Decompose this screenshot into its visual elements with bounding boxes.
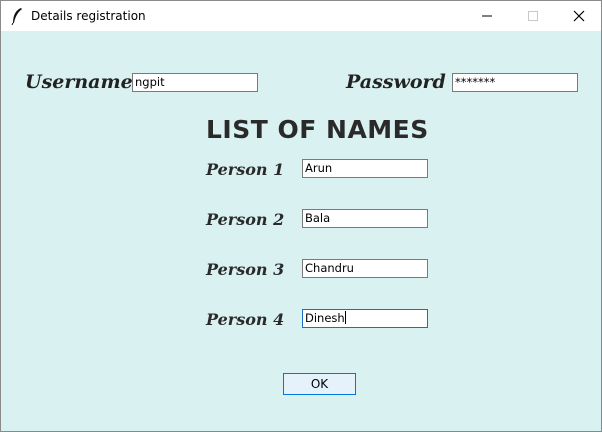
person-3-label: Person 3 [206,260,285,279]
close-icon [573,10,585,22]
username-label: Username [25,71,133,93]
list-heading: LIST OF NAMES [206,115,429,144]
feather-icon [11,8,22,25]
maximize-button[interactable] [510,1,556,31]
maximize-icon [528,11,538,21]
person-4-field[interactable]: Dinesh [302,309,428,328]
close-button[interactable] [556,1,602,31]
person-2-label: Person 2 [206,210,285,229]
ok-button[interactable]: OK [283,373,356,395]
title-bar[interactable]: Details registration [1,1,601,31]
minimize-button[interactable] [464,1,510,31]
person-1-label: Person 1 [206,160,285,179]
password-field[interactable]: ******* [452,73,578,92]
person-1-field[interactable]: Arun [302,159,428,178]
window-title: Details registration [31,9,146,23]
person-4-label: Person 4 [206,310,285,329]
person-4-value: Dinesh [305,311,345,325]
form-area: Username ngpit Password ******* LIST OF … [1,31,601,431]
minimize-icon [482,15,492,17]
username-field[interactable]: ngpit [132,73,258,92]
person-3-field[interactable]: Chandru [302,259,428,278]
password-label: Password [346,71,446,93]
text-caret [344,311,346,324]
app-window: Details registration Username ngpit Pass… [0,0,602,432]
person-2-field[interactable]: Bala [302,209,428,228]
